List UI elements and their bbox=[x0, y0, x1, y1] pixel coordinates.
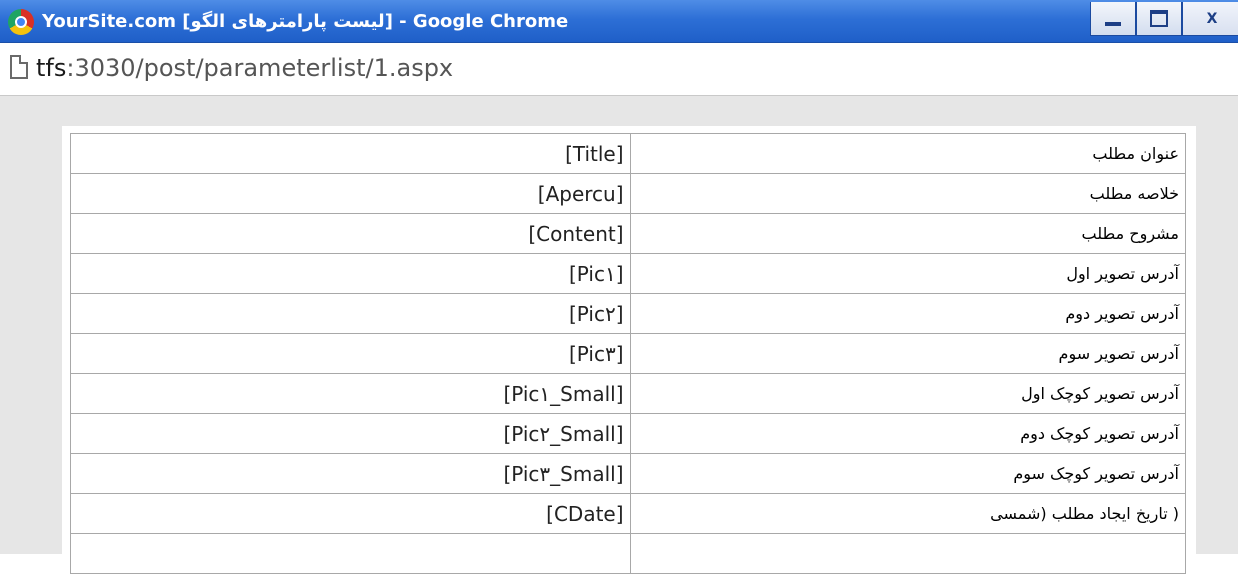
url-text[interactable]: tfs:3030/post/parameterlist/1.aspx bbox=[36, 51, 453, 85]
parameter-label: آدرس تصویر کوچک اول bbox=[629, 373, 1187, 414]
table-row: [Pic۲] آدرس تصویر دوم bbox=[70, 293, 1187, 334]
table-row: [Pic۱] آدرس تصویر اول bbox=[70, 253, 1187, 294]
parameter-value: [Title] bbox=[70, 133, 631, 174]
url-host: tfs bbox=[36, 54, 67, 82]
parameter-label: مشروح مطلب bbox=[629, 213, 1187, 254]
parameter-value: [Pic۲_Small] bbox=[70, 413, 631, 454]
parameter-panel: [Title] عنوان مطلب [Apercu] خلاصه مطلب [Cont… bbox=[62, 126, 1196, 574]
page-right-margin bbox=[1196, 126, 1238, 554]
chrome-logo-icon bbox=[8, 9, 34, 35]
maximize-button[interactable] bbox=[1136, 2, 1182, 36]
table-row: [Pic۳] آدرس تصویر سوم bbox=[70, 333, 1187, 374]
parameter-label: آدرس تصویر سوم bbox=[629, 333, 1187, 374]
window-titlebar[interactable]: YourSite.com [لیست پارامترهای الگو] - Go… bbox=[0, 0, 1238, 43]
minimize-button[interactable] bbox=[1090, 2, 1136, 36]
parameter-value: [Apercu] bbox=[70, 173, 631, 214]
parameter-label: ( تاریخ ایجاد مطلب (شمسی bbox=[629, 493, 1187, 534]
page-left-margin bbox=[0, 126, 62, 554]
table-row: [Apercu] خلاصه مطلب bbox=[70, 173, 1187, 214]
table-row: [Pic۱_Small] آدرس تصویر کوچک اول bbox=[70, 373, 1187, 414]
parameter-value: [Content] bbox=[70, 213, 631, 254]
page-top-margin bbox=[0, 96, 1238, 126]
address-bar[interactable]: tfs:3030/post/parameterlist/1.aspx bbox=[0, 43, 1238, 96]
table-row: [CDate]( تاریخ ایجاد مطلب (شمسی bbox=[70, 493, 1187, 534]
page-icon bbox=[10, 55, 28, 79]
table-row: [Title] عنوان مطلب bbox=[70, 133, 1187, 174]
close-button[interactable]: X bbox=[1182, 2, 1238, 36]
parameter-value: [Pic۳] bbox=[70, 333, 631, 374]
parameter-label: عنوان مطلب bbox=[629, 133, 1187, 174]
parameter-label: خلاصه مطلب bbox=[629, 173, 1187, 214]
parameter-label: آدرس تصویر کوچک دوم bbox=[629, 413, 1187, 454]
url-path: :3030/post/parameterlist/1.aspx bbox=[66, 54, 454, 82]
parameter-table: [Title] عنوان مطلب [Apercu] خلاصه مطلب [Cont… bbox=[70, 133, 1187, 574]
parameter-value: [Pic۳_Small] bbox=[70, 453, 631, 494]
parameter-value: [Pic۲] bbox=[70, 293, 631, 334]
parameter-value: [Pic۱] bbox=[70, 253, 631, 294]
parameter-label: آدرس تصویر دوم bbox=[629, 293, 1187, 334]
parameter-label: آدرس تصویر اول bbox=[629, 253, 1187, 294]
table-row: [Pic۲_Small] آدرس تصویر کوچک دوم bbox=[70, 413, 1187, 454]
window-title: YourSite.com [لیست پارامترهای الگو] - Go… bbox=[42, 11, 569, 32]
window-controls: X bbox=[1090, 2, 1238, 36]
page-content: [Title] عنوان مطلب [Apercu] خلاصه مطلب [Cont… bbox=[0, 96, 1238, 574]
table-row: [Content] مشروح مطلب bbox=[70, 213, 1187, 254]
parameter-label: آدرس تصویر کوچک سوم bbox=[629, 453, 1187, 494]
parameter-value: [Pic۱_Small] bbox=[70, 373, 631, 414]
parameter-value: [CDate] bbox=[70, 493, 631, 534]
table-row: [Pic۳_Small] آدرس تصویر کوچک سوم bbox=[70, 453, 1187, 494]
